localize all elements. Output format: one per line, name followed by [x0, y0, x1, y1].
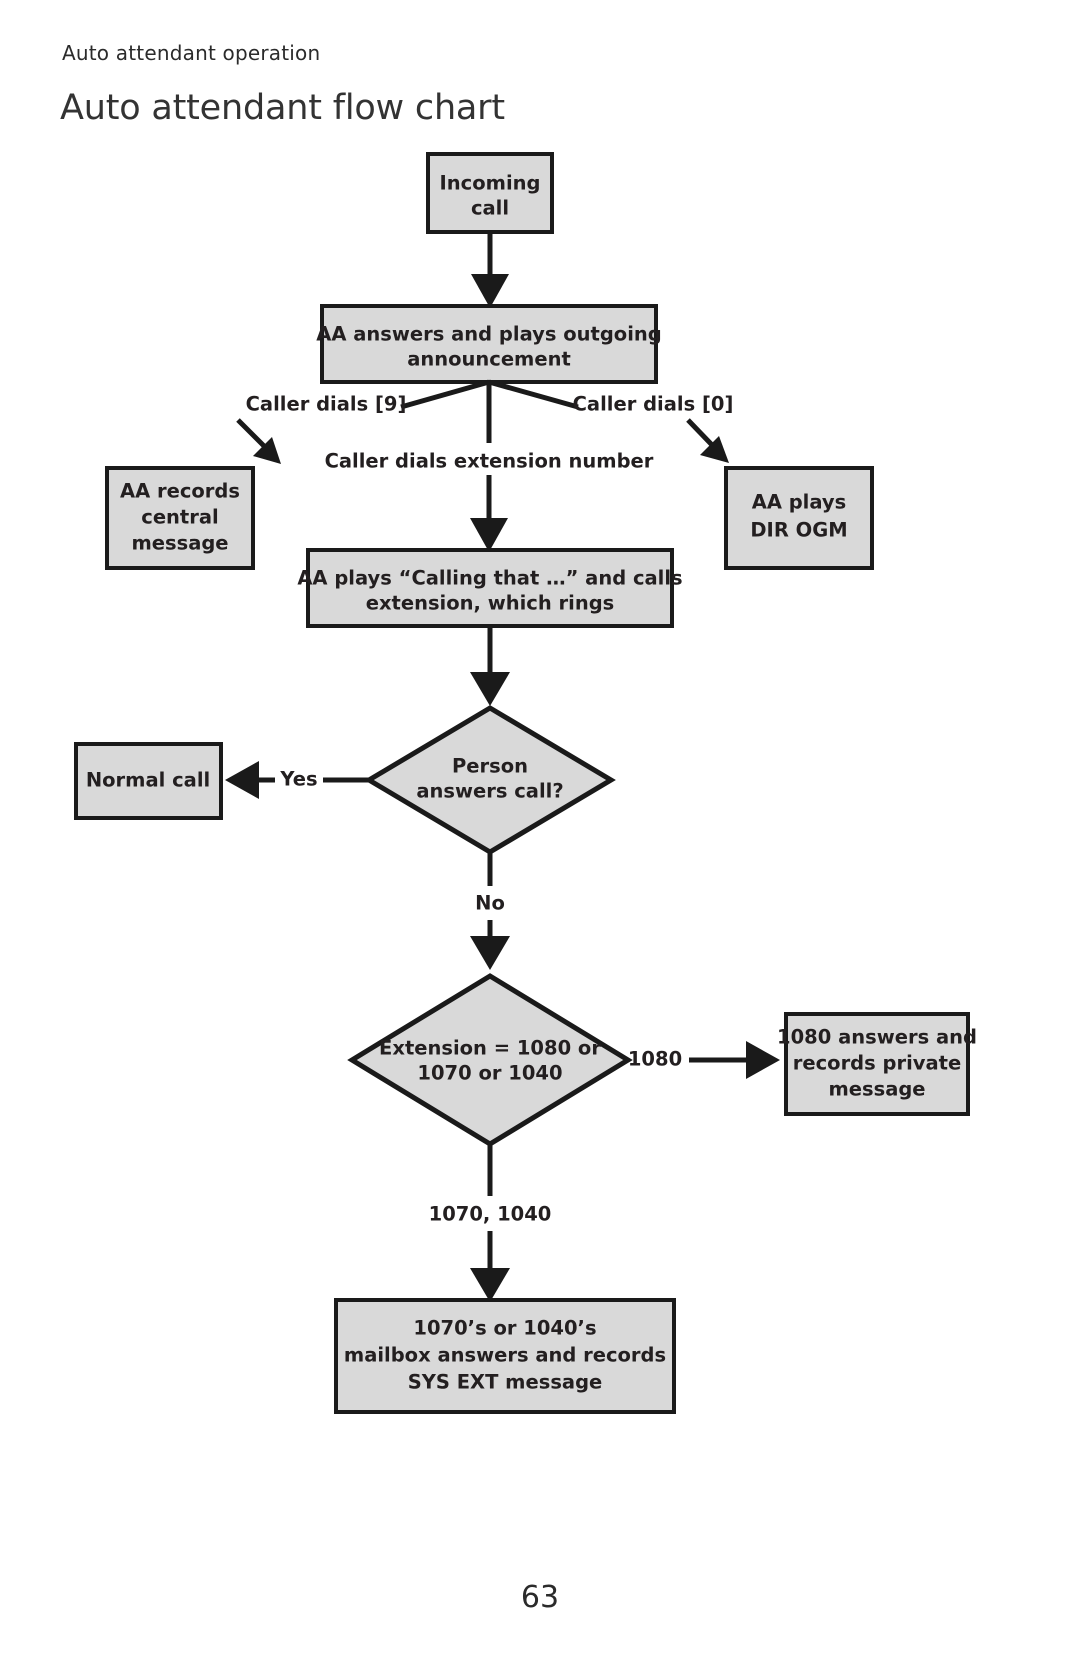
node-sys-ext-line1: 1070’s or 1040’s — [413, 1317, 596, 1340]
edge-person-answers-to-normal-call: Yes — [225, 761, 369, 799]
page-number: 63 — [520, 1580, 560, 1615]
edge-label-1080: 1080 — [628, 1048, 682, 1071]
node-private-msg-line3: message — [828, 1078, 925, 1101]
node-aa-plays-dir-line2: DIR OGM — [750, 519, 847, 542]
node-extension-check-line2: 1070 or 1040 — [417, 1062, 562, 1085]
node-private-message: 1080 answers and records private message — [777, 1012, 977, 1116]
node-incoming-call-line2: call — [471, 197, 509, 220]
node-person-answers-line1: Person — [452, 755, 528, 778]
node-aa-records-line1: AA records — [120, 480, 240, 503]
node-aa-records-line3: message — [131, 532, 228, 555]
page-title: Auto attendant flow chart — [60, 88, 505, 128]
edge-extension-check-to-sys-ext: 1070, 1040 — [429, 1144, 552, 1302]
node-extension-check: Extension = 1080 or 1070 or 1040 — [347, 973, 633, 1147]
node-sys-ext-message: 1070’s or 1040’s mailbox answers and rec… — [334, 1298, 676, 1414]
node-private-msg-line1: 1080 answers and — [777, 1026, 977, 1049]
node-aa-calling-line2: extension, which rings — [366, 592, 615, 615]
node-sys-ext-line2: mailbox answers and records — [344, 1344, 666, 1367]
node-normal-call-line1: Normal call — [86, 769, 210, 792]
edge-extension-check-to-private-msg: 1080 — [628, 1041, 780, 1079]
page-canvas: Auto attendant operation Auto attendant … — [0, 0, 1080, 1665]
node-extension-check-line1: Extension = 1080 or — [379, 1037, 601, 1060]
auto-attendant-flowchart: Incoming call AA answers and plays outgo… — [74, 152, 977, 1414]
node-aa-answers-line1: AA answers and plays outgoing — [316, 323, 661, 346]
node-aa-records-line2: central — [141, 506, 218, 529]
edge-incoming-to-aa-answers — [471, 232, 509, 308]
node-incoming-call: Incoming call — [426, 152, 554, 234]
node-normal-call: Normal call — [74, 742, 223, 820]
node-private-msg-line2: records private — [793, 1052, 961, 1075]
edge-label-yes: Yes — [279, 768, 317, 791]
edge-aa-calling-to-person-answers — [470, 626, 510, 706]
node-person-answers-line2: answers call? — [416, 780, 563, 803]
edge-person-answers-to-extension-check: No — [470, 852, 510, 970]
node-aa-plays-dir-ogm: AA plays DIR OGM — [724, 466, 874, 570]
node-aa-records: AA records central message — [105, 466, 255, 570]
edge-label-dials-extension: Caller dials extension number — [325, 450, 654, 473]
running-head: Auto attendant operation — [62, 41, 321, 65]
edge-label-dials-9: Caller dials [9] — [246, 393, 407, 416]
node-incoming-call-line1: Incoming — [440, 172, 541, 195]
node-aa-answers: AA answers and plays outgoing announceme… — [316, 304, 662, 384]
node-aa-plays-dir-line1: AA plays — [752, 491, 847, 514]
node-aa-answers-line2: announcement — [407, 348, 571, 371]
edge-label-no: No — [475, 892, 505, 915]
node-sys-ext-line3: SYS EXT message — [408, 1371, 603, 1394]
node-aa-calling: AA plays “Calling that …” and calls exte… — [297, 548, 683, 628]
node-person-answers-call: Person answers call? — [364, 705, 616, 855]
edge-label-dials-0: Caller dials [0] — [573, 393, 734, 416]
edge-label-1070-1040: 1070, 1040 — [429, 1203, 552, 1226]
node-aa-calling-line1: AA plays “Calling that …” and calls — [297, 567, 682, 590]
